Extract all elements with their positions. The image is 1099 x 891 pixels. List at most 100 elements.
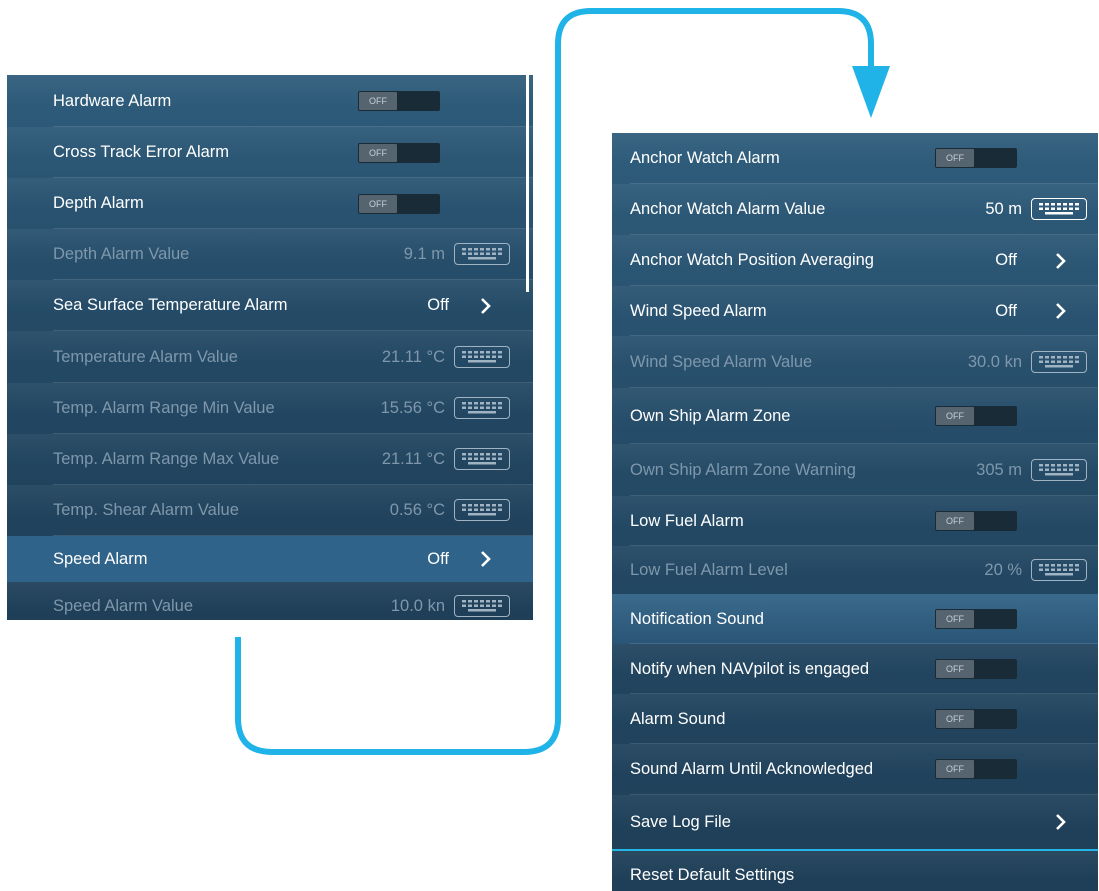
row-label: Depth Alarm bbox=[53, 194, 144, 212]
toggle-knob: OFF bbox=[936, 512, 974, 530]
sea-surface-temperature-alarm-value: Off bbox=[427, 296, 449, 314]
temp-shear-alarm-value: 0.56 °C bbox=[389, 501, 445, 519]
temperature-alarm-value: 21.11 °C bbox=[381, 347, 445, 366]
depth-alarm-toggle[interactable]: OFF bbox=[358, 194, 440, 214]
reset-default-settings-row[interactable]: Reset Default Settings bbox=[612, 851, 1098, 891]
reset-default-settings-label: Reset Default Settings bbox=[630, 865, 795, 884]
toggle-knob: OFF bbox=[359, 195, 397, 213]
anchor-watch-position-averaging-value: Off bbox=[995, 251, 1017, 269]
keyboard-icon bbox=[1031, 459, 1087, 481]
own-ship-alarm-zone-warning-row: Own Ship Alarm Zone Warning 305 m bbox=[612, 444, 1098, 496]
speed-alarm-value-row: Speed Alarm Value 10.0 kn bbox=[7, 582, 533, 620]
cross-track-error-alarm-row[interactable]: Cross Track Error Alarm OFF bbox=[7, 127, 533, 178]
row-label: Cross Track Error Alarm bbox=[53, 143, 230, 161]
manual-illustration: Hardware Alarm OFF Cross Track Error Ala… bbox=[0, 0, 1099, 891]
low-fuel-alarm-row[interactable]: Low Fuel Alarm OFF bbox=[612, 496, 1098, 546]
temperature-alarm-value-row: Temperature Alarm Value 21.11 °C bbox=[7, 331, 533, 383]
row-label: Temperature Alarm Value bbox=[53, 347, 238, 366]
wind-speed-alarm-value-row: Wind Speed Alarm Value 30.0 kn bbox=[612, 336, 1098, 388]
toggle-knob: OFF bbox=[359, 144, 397, 162]
row-label: Speed Alarm Value bbox=[53, 596, 194, 615]
notification-sound-row[interactable]: Notification Sound OFF bbox=[612, 594, 1098, 644]
chevron-right-icon bbox=[481, 551, 491, 567]
right-alarm-settings-panel: Anchor Watch Alarm OFF Anchor Watch Alar… bbox=[612, 133, 1098, 891]
row-label: Anchor Watch Alarm bbox=[630, 149, 780, 167]
chevron-right-icon bbox=[1056, 253, 1066, 269]
row-label: Anchor Watch Position Averaging bbox=[630, 251, 874, 269]
depth-alarm-value-row: Depth Alarm Value 9.1 m bbox=[7, 229, 533, 280]
row-label: Notification Sound bbox=[630, 609, 764, 628]
keyboard-icon bbox=[454, 346, 510, 368]
row-label: Hardware Alarm bbox=[53, 91, 172, 110]
hardware-alarm-row[interactable]: Hardware Alarm OFF bbox=[7, 75, 533, 127]
keyboard-icon bbox=[454, 499, 510, 521]
scrollbar[interactable] bbox=[526, 75, 529, 292]
temp-alarm-range-min-value: 15.56 °C bbox=[380, 399, 445, 417]
keyboard-icon bbox=[454, 243, 510, 265]
row-label: Wind Speed Alarm bbox=[630, 301, 767, 320]
alarm-sound-row[interactable]: Alarm Sound OFF bbox=[612, 694, 1098, 744]
chevron-right-icon bbox=[1056, 303, 1066, 319]
keyboard-icon bbox=[1031, 559, 1087, 581]
keyboard-icon[interactable] bbox=[1031, 198, 1087, 220]
sound-alarm-until-acknowledged-row[interactable]: Sound Alarm Until Acknowledged OFF bbox=[612, 744, 1098, 795]
wind-speed-alarm-value: Off bbox=[995, 301, 1017, 320]
temp-alarm-range-max-value: 21.11 °C bbox=[381, 450, 445, 468]
notification-sound-toggle[interactable]: OFF bbox=[935, 609, 1017, 629]
wind-speed-alarm-value-text: 30.0 kn bbox=[967, 352, 1022, 371]
anchor-watch-alarm-value: 50 m bbox=[985, 200, 1022, 218]
cross-track-error-alarm-toggle[interactable]: OFF bbox=[358, 143, 440, 163]
low-fuel-alarm-level-row: Low Fuel Alarm Level 20 % bbox=[612, 546, 1098, 594]
sea-surface-temperature-alarm-row[interactable]: Sea Surface Temperature Alarm Off bbox=[7, 280, 533, 331]
speed-alarm-value: Off bbox=[427, 549, 449, 568]
low-fuel-alarm-toggle[interactable]: OFF bbox=[935, 511, 1017, 531]
arrow-head-icon bbox=[852, 66, 890, 118]
keyboard-icon bbox=[454, 397, 510, 419]
toggle-knob: OFF bbox=[936, 610, 974, 628]
row-label: Temp. Shear Alarm Value bbox=[53, 501, 239, 519]
hardware-alarm-toggle[interactable]: OFF bbox=[358, 91, 440, 111]
toggle-knob: OFF bbox=[936, 407, 974, 425]
row-label: Temp. Alarm Range Max Value bbox=[53, 450, 280, 468]
row-label: Sound Alarm Until Acknowledged bbox=[630, 760, 874, 778]
wind-speed-alarm-row[interactable]: Wind Speed Alarm Off bbox=[612, 286, 1098, 336]
own-ship-alarm-zone-row[interactable]: Own Ship Alarm Zone OFF bbox=[612, 388, 1098, 444]
speed-alarm-value-text: 10.0 kn bbox=[390, 596, 445, 615]
left-alarm-settings-panel: Hardware Alarm OFF Cross Track Error Ala… bbox=[7, 75, 533, 620]
depth-alarm-row[interactable]: Depth Alarm OFF bbox=[7, 178, 533, 229]
sound-alarm-until-acknowledged-toggle[interactable]: OFF bbox=[935, 759, 1017, 779]
row-label: Alarm Sound bbox=[630, 709, 726, 728]
row-label: Save Log File bbox=[630, 812, 731, 831]
row-label: Notify when NAVpilot is engaged bbox=[630, 659, 870, 678]
temp-shear-alarm-value-row: Temp. Shear Alarm Value 0.56 °C bbox=[7, 485, 533, 536]
row-label: Low Fuel Alarm bbox=[630, 511, 744, 530]
row-label: Depth Alarm Value bbox=[53, 245, 190, 263]
keyboard-icon bbox=[454, 595, 510, 617]
notify-navpilot-row[interactable]: Notify when NAVpilot is engaged OFF bbox=[612, 644, 1098, 694]
toggle-knob: OFF bbox=[936, 660, 974, 678]
own-ship-alarm-zone-toggle[interactable]: OFF bbox=[935, 406, 1017, 426]
own-ship-alarm-zone-warning-value: 305 m bbox=[976, 460, 1022, 479]
speed-alarm-row[interactable]: Speed Alarm Off bbox=[7, 536, 533, 582]
toggle-knob: OFF bbox=[359, 92, 397, 110]
temp-alarm-range-min-row: Temp. Alarm Range Min Value 15.56 °C bbox=[7, 383, 533, 434]
alarm-sound-toggle[interactable]: OFF bbox=[935, 709, 1017, 729]
save-log-file-row[interactable]: Save Log File bbox=[612, 795, 1098, 849]
chevron-right-icon bbox=[481, 298, 491, 314]
toggle-knob: OFF bbox=[936, 760, 974, 778]
anchor-watch-alarm-row[interactable]: Anchor Watch Alarm OFF bbox=[612, 133, 1098, 184]
toggle-knob: OFF bbox=[936, 710, 974, 728]
low-fuel-alarm-level-value: 20 % bbox=[984, 560, 1022, 579]
anchor-watch-alarm-toggle[interactable]: OFF bbox=[935, 148, 1017, 168]
row-label: Own Ship Alarm Zone bbox=[630, 406, 791, 425]
temp-alarm-range-max-row: Temp. Alarm Range Max Value 21.11 °C bbox=[7, 434, 533, 485]
toggle-knob: OFF bbox=[936, 149, 974, 167]
row-label: Temp. Alarm Range Min Value bbox=[53, 399, 275, 417]
anchor-watch-position-averaging-row[interactable]: Anchor Watch Position Averaging Off bbox=[612, 235, 1098, 286]
chevron-right-icon bbox=[1056, 814, 1066, 830]
depth-alarm-value: 9.1 m bbox=[403, 245, 445, 263]
keyboard-icon bbox=[1031, 351, 1087, 373]
anchor-watch-alarm-value-row[interactable]: Anchor Watch Alarm Value 50 m bbox=[612, 184, 1098, 235]
keyboard-icon bbox=[454, 448, 510, 470]
notify-navpilot-toggle[interactable]: OFF bbox=[935, 659, 1017, 679]
